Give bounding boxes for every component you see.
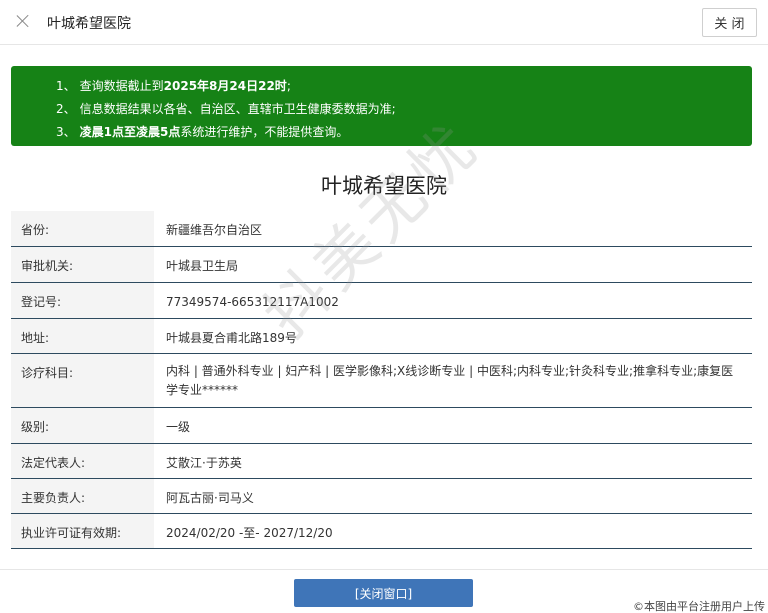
close-button[interactable]: 关 闭 [702,8,757,37]
table-row: 法定代表人: 艾散江·于苏英 [11,443,752,479]
row-label: 审批机关: [11,246,154,283]
table-row: 省份: 新疆维吾尔自治区 [11,211,752,247]
dialog-title: 叶城希望医院 [47,16,131,32]
table-row: 主要负责人: 阿瓦古丽·司马义 [11,478,752,514]
notice-text: 系统进行维护，不能提供查询。 [180,125,349,139]
row-value: 叶城县卫生局 [154,246,752,283]
row-label: 诊疗科目: [11,353,154,408]
notice-number: 3、 [56,125,76,139]
close-x-icon[interactable] [14,12,32,30]
notice-bold-text: 2025年8月24日22时 [163,79,287,93]
table-row: 级别: 一级 [11,407,752,444]
row-label: 法定代表人: [11,443,154,479]
row-value: 77349574-665312117A1002 [154,282,752,319]
notice-text: ; [286,79,291,93]
row-value: 阿瓦古丽·司马义 [154,478,752,514]
notice-number: 2、 [56,102,76,116]
row-value: 一级 [154,407,752,444]
notice-bold-text: 凌晨1点至凌晨5点 [79,125,181,139]
dialog-header: 叶城希望医院 关 闭 [0,0,768,45]
page-title: 叶城希望医院 [321,174,447,198]
row-value: 2024/02/20 -至- 2027/12/20 [154,513,752,549]
notice-item: 3、 凌晨1点至凌晨5点系统进行维护，不能提供查询。 [56,123,752,146]
row-label: 登记号: [11,282,154,319]
row-label: 级别: [11,407,154,444]
row-value: 艾散江·于苏英 [154,443,752,479]
table-row: 登记号: 77349574-665312117A1002 [11,282,752,319]
row-value: 叶城县夏合甫北路189号 [154,318,752,354]
table-row: 执业许可证有效期: 2024/02/20 -至- 2027/12/20 [11,513,752,549]
notice-banner: 1、 查询数据截止到2025年8月24日22时; 2、 信息数据结果以各省、自治区、… [11,66,752,146]
notice-item: 2、 信息数据结果以各省、自治区、直辖市卫生健康委数据为准; [56,100,752,123]
notice-number: 1、 [56,79,76,93]
table-row: 地址: 叶城县夏合甫北路189号 [11,318,752,354]
row-value: 内科 | 普通外科专业 | 妇产科 | 医学影像科;X线诊断专业 | 中医科;内… [154,353,752,408]
table-row: 诊疗科目: 内科 | 普通外科专业 | 妇产科 | 医学影像科;X线诊断专业 |… [11,353,752,408]
row-label: 执业许可证有效期: [11,513,154,549]
upload-note: ©本图由平台注册用户上传 [633,600,765,613]
row-value: 新疆维吾尔自治区 [154,211,752,247]
table-row: 审批机关: 叶城县卫生局 [11,246,752,283]
notice-item: 1、 查询数据截止到2025年8月24日22时; [56,77,752,100]
notice-text: 信息数据结果以各省、自治区、直辖市卫生健康委数据为准; [79,102,396,116]
row-label: 省份: [11,211,154,247]
close-window-button[interactable]: [关闭窗口] [294,579,473,607]
notice-text: 查询数据截止到 [79,79,164,93]
info-table: 省份: 新疆维吾尔自治区 审批机关: 叶城县卫生局 登记号: 77349574-… [11,211,752,549]
row-label: 地址: [11,318,154,354]
row-label: 主要负责人: [11,478,154,514]
divider [0,569,768,570]
